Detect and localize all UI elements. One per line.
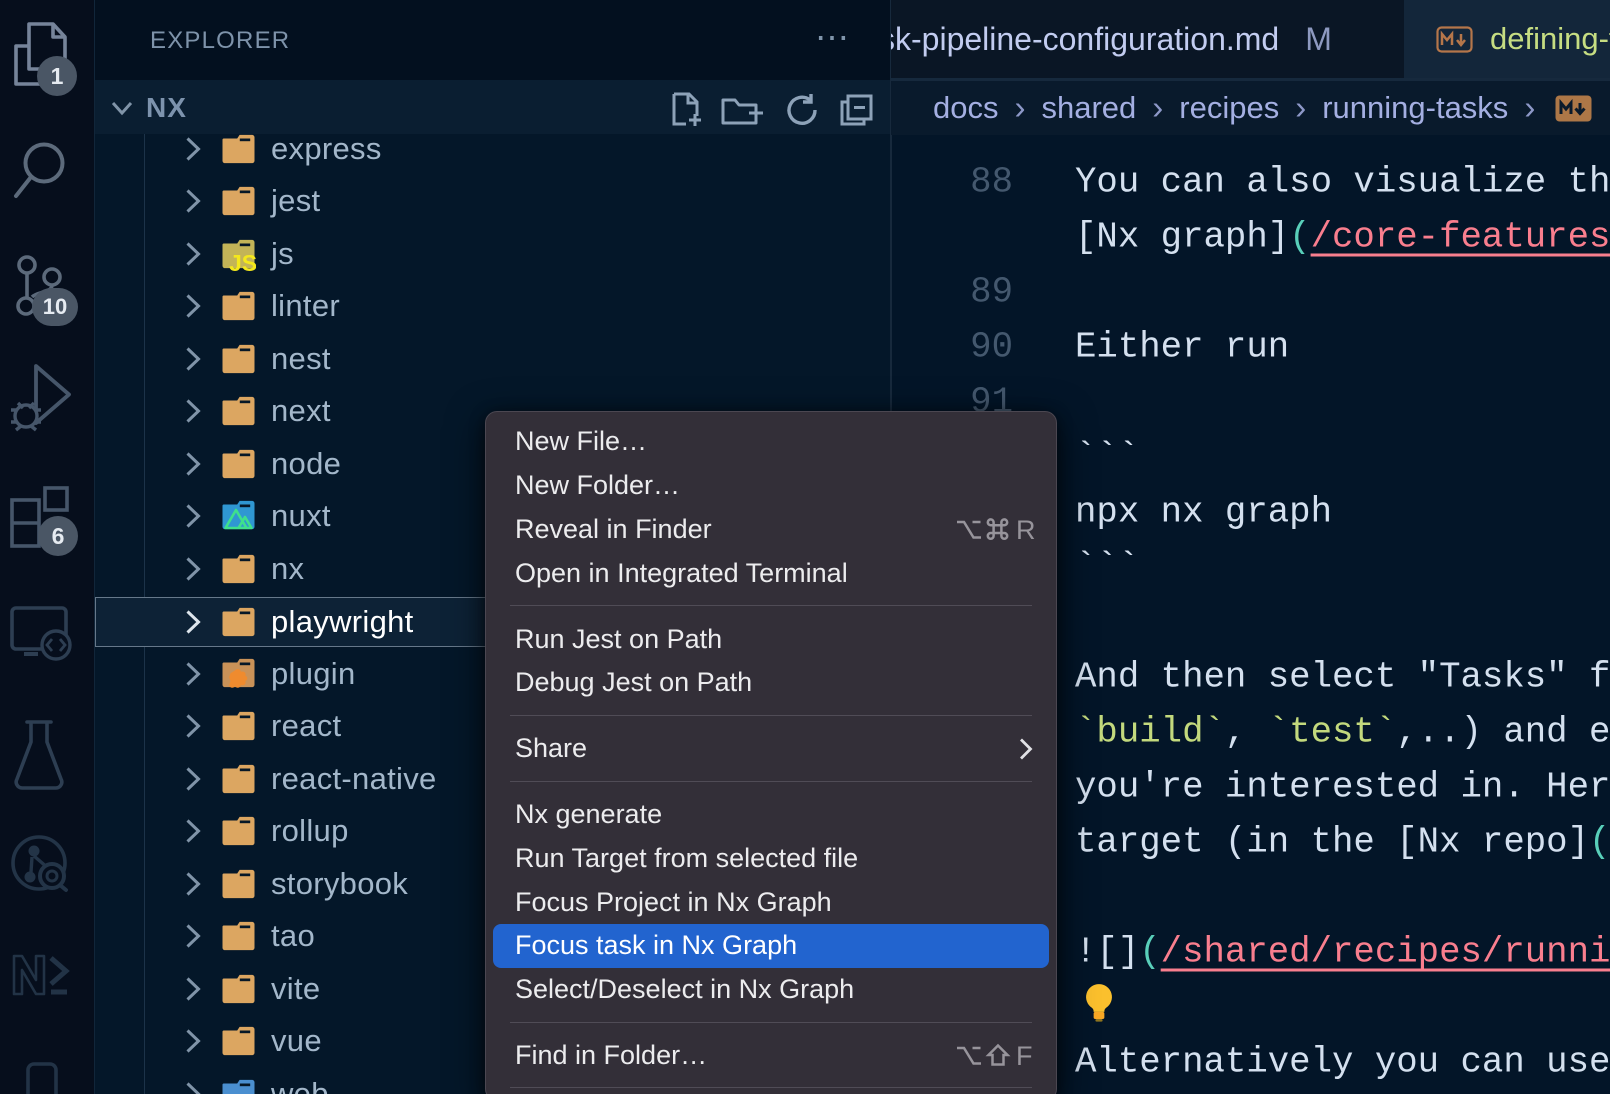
svg-text:R: R	[1016, 515, 1035, 545]
svg-text:JS: JS	[229, 250, 256, 273]
svg-text:F: F	[1016, 1041, 1033, 1071]
